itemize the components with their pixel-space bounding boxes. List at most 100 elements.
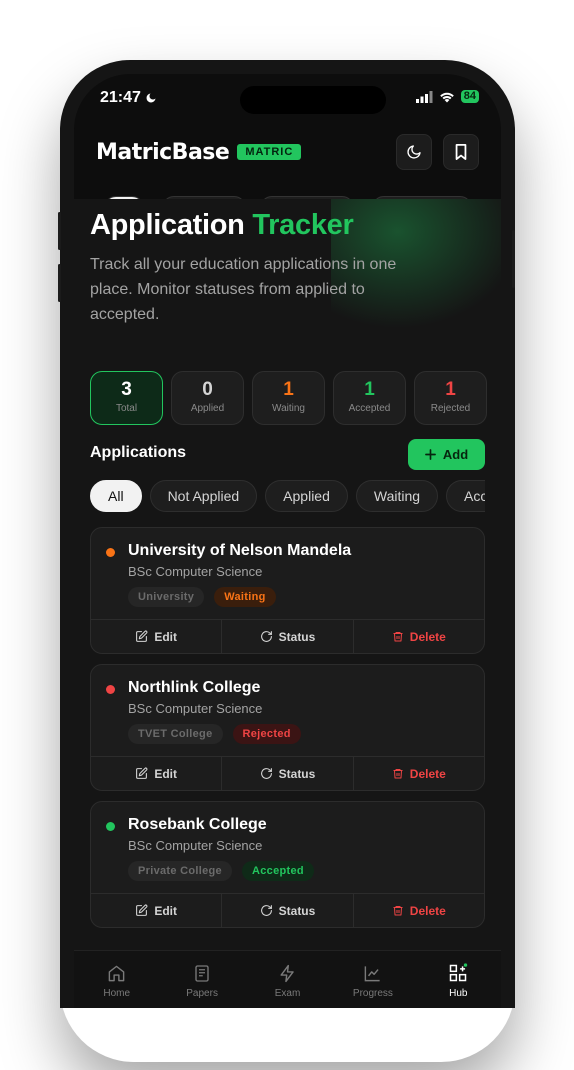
battery-indicator: 84 [460, 90, 479, 103]
stat-total[interactable]: 3 Total [90, 371, 163, 425]
phone-frame: 21:47 84 MatricBase MATRIC Application T… [60, 60, 515, 1008]
stat-rejected[interactable]: 1 Rejected [414, 371, 487, 425]
home-icon [107, 963, 127, 983]
application-card[interactable]: University of Nelson Mandela BSc Computer… [90, 527, 485, 654]
application-card[interactable]: Northlink College BSc Computer Science TVE… [90, 664, 485, 791]
card-actions: Edit Status Delete [91, 756, 484, 790]
delete-button[interactable]: Delete [354, 757, 484, 790]
stat-applied[interactable]: 0 Applied [171, 371, 244, 425]
course-name: BSc Computer Science [128, 701, 263, 716]
signal-icon [415, 90, 433, 103]
bookmarks-button[interactable] [443, 134, 479, 170]
bottom-nav: Home Papers Exam Progress Hub [74, 950, 501, 1008]
refresh-icon [260, 767, 273, 780]
trash-icon [392, 767, 404, 780]
stat-label: Waiting [272, 403, 305, 414]
page-subtitle: Track all your education applications in… [90, 256, 397, 323]
nav-item-home[interactable]: Home [74, 951, 159, 1008]
plus-icon [424, 449, 436, 460]
institution-name: University of Nelson Mandela [128, 542, 352, 559]
course-name: BSc Computer Science [128, 564, 263, 579]
edit-label: Edit [154, 766, 177, 781]
page-title: Application Tracker [90, 209, 354, 242]
filter-chip-all[interactable]: All [90, 480, 142, 512]
moon-icon [146, 93, 156, 103]
trash-icon [392, 904, 404, 917]
nav-label: Progress [352, 988, 393, 999]
status-label: Status [278, 766, 316, 781]
status-dot [106, 548, 115, 557]
filter-chip-waiting[interactable]: Waiting [355, 480, 439, 512]
add-application-button[interactable]: Add [408, 439, 485, 470]
theme-toggle-button[interactable] [396, 134, 432, 170]
edit-icon [135, 767, 148, 780]
card-tags: University Waiting [128, 587, 276, 607]
app-logo[interactable]: MatricBase [96, 140, 230, 165]
stat-label: Total [115, 403, 138, 414]
nav-item-progress[interactable]: Progress [330, 951, 415, 1008]
edit-label: Edit [154, 903, 177, 918]
nav-label: Papers [186, 988, 218, 999]
wifi-icon [439, 92, 454, 102]
nav-item-papers[interactable]: Papers [159, 951, 244, 1008]
institution-type-badge: University [128, 587, 205, 607]
status-button[interactable]: Status [222, 757, 354, 790]
edit-label: Edit [154, 629, 177, 644]
stat-value: 0 [202, 379, 213, 400]
papers-icon [192, 963, 212, 983]
stat-accepted[interactable]: 1 Accepted [333, 371, 406, 425]
add-label: Add [442, 447, 469, 462]
nav-item-hub[interactable]: Hub [416, 951, 501, 1008]
delete-button[interactable]: Delete [354, 620, 484, 653]
status-badge: Accepted [241, 861, 314, 881]
section-title: Applications [90, 444, 187, 461]
status-time: 21:47 [100, 89, 157, 107]
edit-button[interactable]: Edit [91, 757, 223, 790]
delete-button[interactable]: Delete [354, 894, 484, 927]
stats-row: 3 Total 0 Applied 1 Waiting 1 Accepted 1 Rejected [90, 371, 487, 425]
trash-icon [392, 630, 404, 643]
refresh-icon [260, 630, 273, 643]
bookmark-icon [455, 144, 467, 160]
stat-label: Accepted [348, 403, 391, 414]
card-tags: TVET College Rejected [128, 724, 301, 744]
status-badge: Rejected [232, 724, 301, 744]
chart-icon [363, 963, 383, 983]
header-actions [396, 134, 479, 170]
filter-chip-not-applied[interactable]: Not Applied [149, 480, 258, 512]
institution-name: Rosebank College [128, 816, 267, 833]
status-badge: Waiting [214, 587, 276, 607]
status-filters: AllNot AppliedAppliedWaitingAccepted [90, 480, 485, 514]
status-button[interactable]: Status [222, 894, 354, 927]
title-main: Application [90, 209, 245, 241]
application-card[interactable]: Rosebank College BSc Computer Science Priv… [90, 801, 485, 928]
nav-item-exam[interactable]: Exam [245, 951, 330, 1008]
app-header: MatricBase MATRIC [96, 132, 479, 172]
title-accent: Tracker [252, 209, 354, 241]
lightning-icon [278, 963, 298, 983]
card-actions: Edit Status Delete [91, 893, 484, 927]
stat-value: 1 [364, 379, 375, 400]
edit-button[interactable]: Edit [91, 894, 223, 927]
refresh-icon [260, 904, 273, 917]
delete-label: Delete [409, 629, 446, 644]
filter-chip-accepted[interactable]: Accepted [446, 480, 485, 512]
status-dot [106, 822, 115, 831]
stat-waiting[interactable]: 1 Waiting [252, 371, 325, 425]
status-button[interactable]: Status [222, 620, 354, 653]
delete-label: Delete [409, 903, 446, 918]
hub-icon [448, 963, 468, 983]
stat-label: Rejected [430, 403, 471, 414]
nav-label: Home [103, 988, 131, 999]
nav-label: Exam [274, 988, 301, 999]
filter-chip-applied[interactable]: Applied [265, 480, 348, 512]
dynamic-island [240, 86, 386, 114]
edit-button[interactable]: Edit [91, 620, 223, 653]
delete-label: Delete [409, 766, 446, 781]
stat-value: 1 [283, 379, 294, 400]
status-icons: 84 [415, 90, 479, 103]
status-dot [106, 685, 115, 694]
card-tags: Private College Accepted [128, 861, 314, 881]
side-button [58, 212, 61, 250]
status-bar: 21:47 84 [100, 86, 479, 114]
